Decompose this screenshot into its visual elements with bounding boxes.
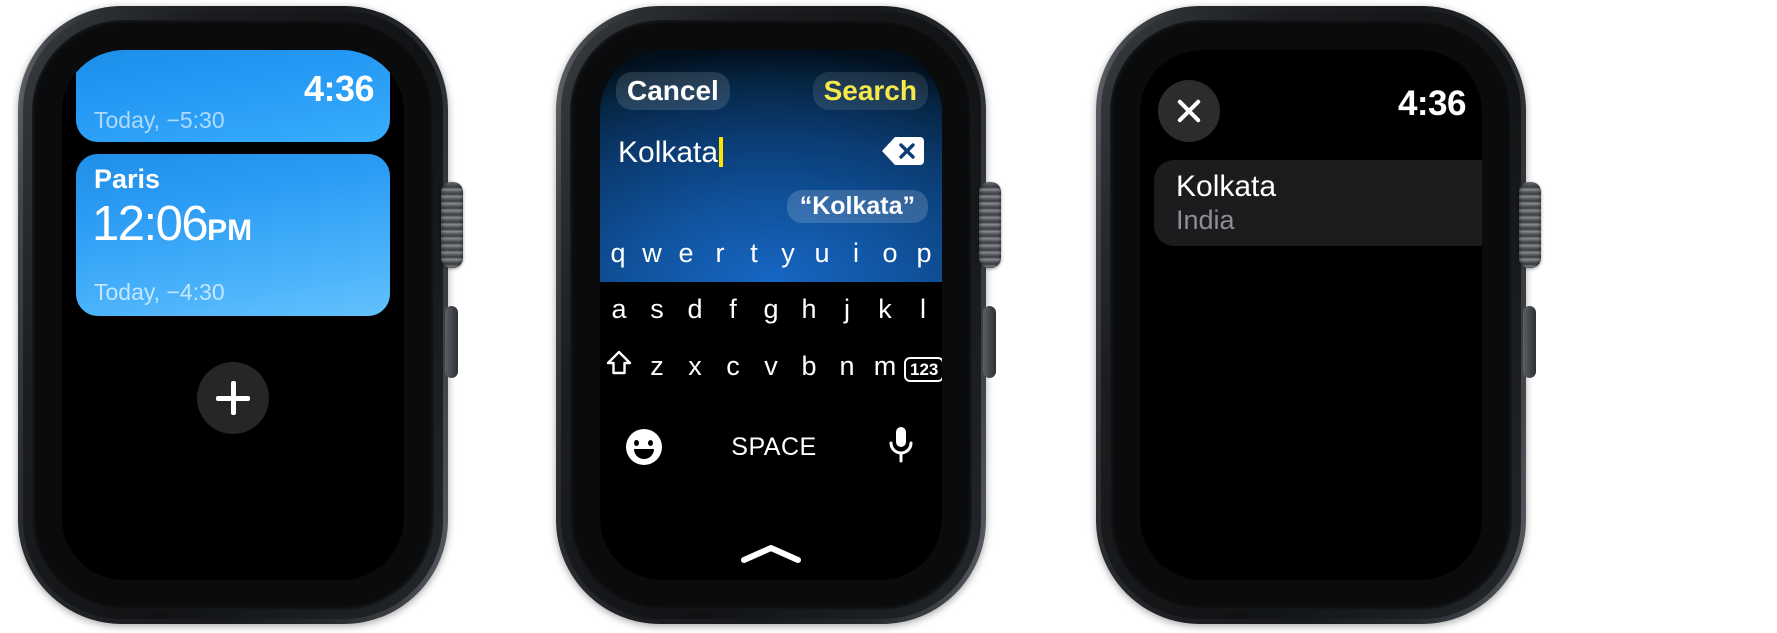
key-a[interactable]: a: [600, 294, 638, 325]
key-e[interactable]: e: [669, 238, 703, 269]
key-b[interactable]: b: [790, 351, 828, 382]
plus-icon: [216, 381, 250, 415]
key-o[interactable]: o: [873, 238, 907, 269]
key-w[interactable]: w: [635, 238, 669, 269]
key-d[interactable]: d: [676, 294, 714, 325]
close-button[interactable]: [1158, 80, 1220, 142]
key-u[interactable]: u: [805, 238, 839, 269]
key-h[interactable]: h: [790, 294, 828, 325]
key-m[interactable]: m: [866, 351, 904, 382]
world-clock-card-partial[interactable]: 4:36 Today, −5:30: [76, 50, 390, 142]
key-q[interactable]: q: [601, 238, 635, 269]
digital-crown[interactable]: [441, 182, 463, 268]
key-i[interactable]: i: [839, 238, 873, 269]
apple-watch-search-keyboard: Cancel Search Kolkata “Kolkata” q w e r …: [556, 6, 1001, 624]
side-button[interactable]: [445, 306, 458, 378]
key-j[interactable]: j: [828, 294, 866, 325]
shift-key-icon[interactable]: [600, 350, 638, 383]
key-z[interactable]: z: [638, 351, 676, 382]
clock-time: 12:06PM: [92, 196, 252, 252]
search-input-value: Kolkata: [618, 136, 719, 169]
world-clock-card-paris[interactable]: Paris 12:06PM Today, −4:30: [76, 154, 390, 316]
screenshot-stage: 4:36 Today, −5:30 Paris 12:06PM Today, −…: [0, 0, 1777, 633]
backspace-delete-icon[interactable]: [882, 136, 924, 166]
microphone-icon[interactable]: [886, 425, 916, 470]
digital-crown[interactable]: [979, 182, 1001, 268]
watch-screen-results: 4:36 Kolkata India: [1140, 50, 1482, 580]
key-y[interactable]: y: [771, 238, 805, 269]
apple-watch-search-results: 4:36 Kolkata India: [1096, 6, 1541, 624]
search-button[interactable]: Search: [812, 72, 928, 110]
side-button[interactable]: [1523, 306, 1536, 378]
apple-watch-world-clock: 4:36 Today, −5:30 Paris 12:06PM Today, −…: [18, 6, 463, 624]
key-n[interactable]: n: [828, 351, 866, 382]
status-time: 4:36: [1397, 84, 1467, 123]
key-t[interactable]: t: [737, 238, 771, 269]
key-p[interactable]: p: [907, 238, 941, 269]
numbers-key[interactable]: 123: [904, 351, 942, 382]
result-row-kolkata[interactable]: Kolkata India: [1154, 160, 1482, 246]
clock-city-label: Paris: [94, 164, 161, 194]
key-g[interactable]: g: [752, 294, 790, 325]
clock-offset: Today, −5:30: [94, 107, 225, 133]
add-city-button[interactable]: [197, 362, 269, 434]
numbers-key-label: 123: [904, 357, 942, 382]
clock-time-ampm: PM: [207, 214, 253, 247]
search-input[interactable]: Kolkata: [618, 136, 724, 170]
key-v[interactable]: v: [752, 351, 790, 382]
keyboard-row-3: z x c v b n m 123: [600, 350, 942, 383]
clock-time-value: 12:06: [92, 197, 209, 251]
clock-offset: Today, −4:30: [94, 279, 225, 305]
digital-crown[interactable]: [1519, 182, 1541, 268]
cancel-button[interactable]: Cancel: [616, 72, 730, 110]
text-caret: [719, 137, 724, 167]
key-r[interactable]: r: [703, 238, 737, 269]
close-icon: [1174, 96, 1204, 126]
result-city: Kolkata: [1176, 170, 1277, 203]
clock-time: 4:36: [303, 68, 375, 109]
keyboard-bottom-row: SPACE: [600, 412, 942, 482]
keyboard-row-2: a s d f g h j k l: [600, 294, 942, 325]
key-c[interactable]: c: [714, 351, 752, 382]
autocomplete-suggestion-chip[interactable]: “Kolkata”: [786, 190, 928, 223]
side-button[interactable]: [983, 306, 996, 378]
key-x[interactable]: x: [676, 351, 714, 382]
watch-screen-world-clock: 4:36 Today, −5:30 Paris 12:06PM Today, −…: [62, 50, 404, 580]
chevron-up-handle[interactable]: [740, 544, 802, 564]
emoji-face-icon[interactable]: [626, 429, 662, 465]
watch-screen-search: Cancel Search Kolkata “Kolkata” q w e r …: [600, 50, 942, 580]
result-country: India: [1176, 205, 1235, 235]
key-k[interactable]: k: [866, 294, 904, 325]
key-f[interactable]: f: [714, 294, 752, 325]
key-l[interactable]: l: [904, 294, 942, 325]
keyboard-row-1: q w e r t y u i o p: [600, 238, 942, 269]
space-key[interactable]: SPACE: [731, 433, 816, 462]
key-s[interactable]: s: [638, 294, 676, 325]
